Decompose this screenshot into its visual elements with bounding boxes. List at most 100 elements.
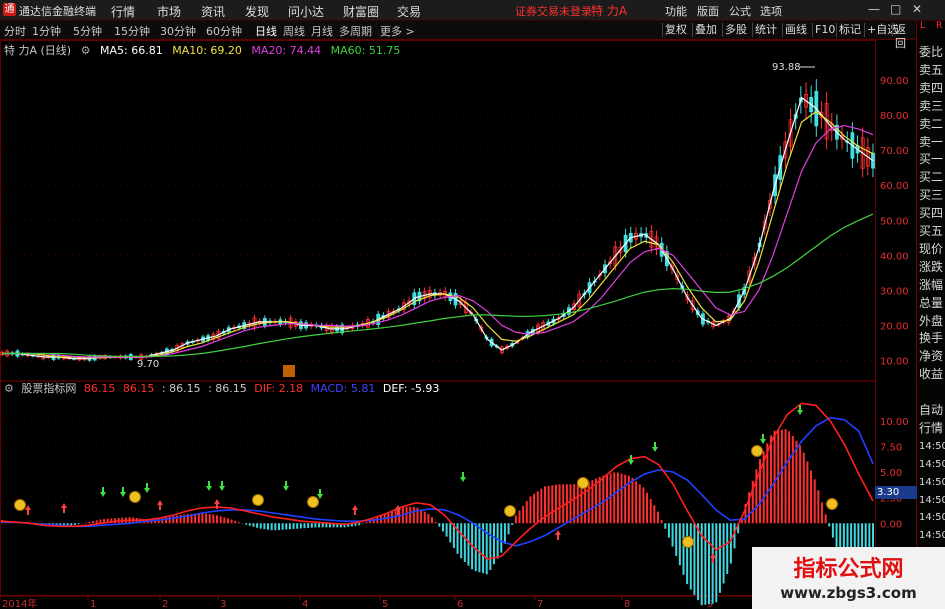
period-1min[interactable]: 1分钟 — [32, 23, 61, 39]
menu-ask[interactable]: 问小达 — [288, 3, 324, 20]
menu-bar: 通 通达信金融终端 行情 市场 资讯 发现 问小达 财富圈 交易 证券交易未登录… — [0, 0, 945, 21]
dif-label: DIF: 2.18 — [254, 382, 304, 395]
menu-discover[interactable]: 发现 — [245, 3, 269, 20]
quote-field-24[interactable]: 14:50 — [919, 474, 945, 491]
period-more[interactable]: 更多 > — [380, 23, 415, 39]
price-tick-label: 50.00 — [880, 216, 909, 227]
sell-arrow-icon — [317, 489, 323, 499]
minimize-icon[interactable]: — — [868, 2, 880, 16]
sell-arrow-icon — [283, 481, 289, 491]
panel-right-tag[interactable]: R — [936, 21, 942, 31]
period-5min[interactable]: 5分钟 — [73, 23, 102, 39]
period-60min[interactable]: 60分钟 — [206, 23, 242, 39]
quote-field-20[interactable]: 自动 — [919, 402, 945, 419]
date-tick-label: 7 — [537, 599, 543, 609]
price-tick-label: 20.00 — [880, 321, 909, 332]
event-marker-icon — [283, 365, 295, 377]
quote-field-27[interactable]: 14:50 — [919, 527, 945, 544]
line-ma20 — [2, 124, 874, 358]
maximize-icon[interactable]: □ — [890, 2, 901, 16]
sub-value-3: : 86.15 — [161, 382, 201, 395]
ma5-label: MA5: 66.81 — [99, 44, 163, 57]
quote-field-21[interactable]: 行情 — [919, 420, 945, 437]
period-weekly[interactable]: 周线 — [283, 23, 305, 39]
sub-tick-label: 0.00 — [880, 519, 902, 530]
date-tick-label: 1 — [90, 599, 96, 609]
quote-field-4[interactable]: 卖二 — [919, 116, 945, 133]
def-label: DEF: -5.93 — [382, 382, 440, 395]
adjust-button[interactable]: 复权 — [662, 23, 689, 37]
ma10-label: MA10: 69.20 — [172, 44, 242, 57]
quote-field-15[interactable]: 外盘 — [919, 313, 945, 330]
high-price-label: 93.88 — [772, 62, 801, 73]
menu-news[interactable]: 资讯 — [201, 3, 225, 20]
overlay-button[interactable]: 叠加 — [692, 23, 719, 37]
quote-field-8[interactable]: 买三 — [919, 187, 945, 204]
date-tick-label: 5 — [382, 599, 388, 609]
buy-arrow-icon — [555, 530, 561, 540]
quote-side-panel: L R 委比 卖五 卖四 卖三 卖二 卖一 买一 买二 买三 买四 买五 现价 涨跌 涨幅 总量 外盘 换手 净资… — [916, 21, 945, 609]
back-button[interactable]: 返回 — [892, 23, 915, 50]
quote-field-12[interactable]: 涨跌 — [919, 259, 945, 276]
stats-button[interactable]: 统计 — [752, 23, 779, 37]
quote-field-5[interactable]: 卖一 — [919, 134, 945, 151]
quote-field-22[interactable]: 14:50 — [919, 438, 945, 455]
main-indicator-legend: 特 力A (日线) ⚙ MA5: 66.81 MA10: 69.20 MA20:… — [4, 42, 406, 58]
signal-smiley-icon — [129, 491, 141, 503]
quote-field-17[interactable]: 净资 — [919, 348, 945, 365]
date-tick-label: 3 — [220, 599, 226, 609]
period-15min[interactable]: 15分钟 — [114, 23, 150, 39]
menu-layout[interactable]: 版面 — [697, 3, 719, 19]
signal-smiley-icon — [682, 536, 694, 548]
sell-arrow-icon — [652, 442, 658, 452]
period-30min[interactable]: 30分钟 — [160, 23, 196, 39]
current-stock-title: 特 力A — [591, 4, 628, 18]
f10-button[interactable]: F10 — [812, 23, 837, 37]
panel-left-tag[interactable]: L — [920, 21, 925, 31]
draw-line-button[interactable]: 画线 — [782, 23, 809, 37]
buy-arrow-icon — [710, 553, 716, 563]
menu-market[interactable]: 市场 — [157, 3, 181, 20]
period-daily[interactable]: 日线 — [255, 23, 277, 39]
login-warning[interactable]: 证券交易未登录 — [515, 3, 592, 19]
dif-line — [1, 402, 874, 560]
period-intraday[interactable]: 分时 — [4, 23, 26, 39]
quote-field-0[interactable]: 委比 — [919, 44, 945, 61]
menu-trade[interactable]: 交易 — [397, 3, 421, 20]
period-monthly[interactable]: 月线 — [311, 23, 333, 39]
quote-field-16[interactable]: 换手 — [919, 330, 945, 347]
quote-field-3[interactable]: 卖三 — [919, 98, 945, 115]
multi-stock-button[interactable]: 多股 — [722, 23, 749, 37]
sub-value-4: : 86.15 — [208, 382, 247, 395]
menu-options[interactable]: 选项 — [760, 3, 782, 19]
mark-button[interactable]: 标记 — [836, 23, 863, 37]
quote-field-7[interactable]: 买二 — [919, 169, 945, 186]
menu-function[interactable]: 功能 — [665, 3, 687, 19]
period-multi[interactable]: 多周期 — [339, 23, 372, 39]
close-icon[interactable]: ✕ — [912, 2, 922, 16]
quote-field-11[interactable]: 现价 — [919, 241, 945, 258]
menu-formula[interactable]: 公式 — [729, 3, 751, 19]
quote-field-2[interactable]: 卖四 — [919, 80, 945, 97]
quote-field-6[interactable]: 买一 — [919, 151, 945, 168]
sell-arrow-icon — [760, 434, 766, 444]
kline-chart[interactable]: 90.0080.0070.0060.0050.0040.0030.0020.00… — [0, 40, 916, 609]
quote-field-13[interactable]: 涨幅 — [919, 277, 945, 294]
sell-arrow-icon — [100, 487, 106, 497]
quote-field-23[interactable]: 14:50 — [919, 456, 945, 473]
quote-field-26[interactable]: 14:50 — [919, 509, 945, 526]
menu-wealth[interactable]: 财富圈 — [343, 3, 379, 20]
quote-field-10[interactable]: 买五 — [919, 223, 945, 240]
settings-icon[interactable]: ⚙ — [81, 44, 91, 57]
settings-icon[interactable]: ⚙ — [4, 382, 14, 395]
price-tick-label: 30.00 — [880, 286, 909, 297]
sell-arrow-icon — [144, 483, 150, 493]
buy-arrow-icon — [61, 503, 67, 513]
quote-field-9[interactable]: 买四 — [919, 205, 945, 222]
quote-field-18[interactable]: 收益 — [919, 366, 945, 383]
menu-quotes[interactable]: 行情 — [111, 3, 135, 20]
quote-field-14[interactable]: 总量 — [919, 295, 945, 312]
quote-field-1[interactable]: 卖五 — [919, 62, 945, 79]
price-tick-label: 80.00 — [880, 111, 909, 122]
quote-field-25[interactable]: 14:50 — [919, 492, 945, 509]
